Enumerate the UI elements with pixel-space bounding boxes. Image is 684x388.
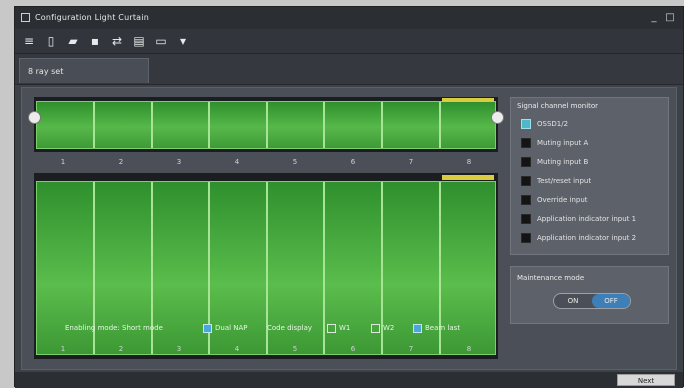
beam-number: 3 bbox=[176, 158, 182, 166]
window-title: Configuration Light Curtain bbox=[35, 13, 149, 22]
save-icon[interactable]: ▪ bbox=[87, 33, 103, 49]
beam-number: 2 bbox=[118, 345, 124, 353]
signal-indicator bbox=[521, 214, 531, 224]
beam-last-label: Beam last bbox=[425, 324, 461, 332]
beam-number: 5 bbox=[292, 345, 298, 353]
signal-label: Override input bbox=[537, 196, 588, 204]
beam-number: 4 bbox=[234, 158, 240, 166]
signal-label: OSSD1/2 bbox=[537, 120, 569, 128]
menu-icon[interactable]: ≡ bbox=[21, 33, 37, 49]
open-folder-icon[interactable]: ▰ bbox=[65, 33, 81, 49]
w2-checkbox[interactable] bbox=[371, 324, 380, 333]
beam-number: 8 bbox=[466, 345, 472, 353]
dual-nap-label: Dual NAP bbox=[215, 324, 248, 332]
signal-item: Test/reset input bbox=[521, 175, 666, 188]
tab-label: 8 ray set bbox=[28, 67, 64, 76]
beam-last-checkbox[interactable] bbox=[413, 324, 422, 333]
code-display-label: Code display bbox=[267, 324, 313, 332]
beam-divider bbox=[439, 102, 441, 148]
signal-item: OSSD1/2 bbox=[521, 118, 666, 131]
signal-monitor-panel: Signal channel monitor OSSD1/2 Muting in… bbox=[510, 97, 669, 255]
mode-label: Enabling mode: Short mode bbox=[65, 324, 163, 332]
maximize-button[interactable]: □ bbox=[663, 11, 677, 25]
signal-item: Application indicator input 2 bbox=[521, 232, 666, 245]
signal-indicator bbox=[521, 176, 531, 186]
beam-number: 7 bbox=[408, 345, 414, 353]
signal-label: Muting input A bbox=[537, 139, 589, 147]
signal-indicator bbox=[521, 195, 531, 205]
beam-number: 6 bbox=[350, 158, 356, 166]
beam-number: 7 bbox=[408, 158, 414, 166]
new-file-icon[interactable]: ▯ bbox=[43, 33, 59, 49]
overview-beam-numbers: 1 2 3 4 5 6 7 8 bbox=[34, 158, 498, 170]
signal-monitor-title: Signal channel monitor bbox=[517, 102, 599, 110]
beam-divider bbox=[381, 102, 383, 148]
selected-beam-marker bbox=[442, 98, 494, 102]
overview-beam-chart bbox=[34, 97, 498, 152]
beam-number: 4 bbox=[234, 345, 240, 353]
signal-indicator bbox=[521, 233, 531, 243]
beam-divider bbox=[151, 102, 153, 148]
download-icon[interactable]: ▾ bbox=[175, 33, 191, 49]
signal-label: Muting input B bbox=[537, 158, 589, 166]
beam-number: 5 bbox=[292, 158, 298, 166]
status-bar: Next bbox=[15, 372, 683, 388]
w1-label: W1 bbox=[339, 324, 351, 332]
dual-nap-checkbox[interactable] bbox=[203, 324, 212, 333]
signal-item: Muting input B bbox=[521, 156, 666, 169]
maintenance-title: Maintenance mode bbox=[517, 274, 585, 282]
maintenance-on-option[interactable]: ON bbox=[554, 294, 592, 308]
signal-item: Override input bbox=[521, 194, 666, 207]
left-range-handle[interactable] bbox=[28, 111, 41, 124]
beam-divider bbox=[323, 102, 325, 148]
maintenance-off-option[interactable]: OFF bbox=[592, 294, 630, 308]
toolbar: ≡ ▯ ▰ ▪ ⇄ ▤ ▭ ▾ bbox=[15, 29, 683, 54]
beam-divider bbox=[266, 102, 268, 148]
beam-divider bbox=[208, 102, 210, 148]
maintenance-toggle[interactable]: ON OFF bbox=[553, 293, 631, 309]
w2-label: W2 bbox=[383, 324, 395, 332]
title-bar: Configuration Light Curtain _ □ bbox=[15, 7, 683, 29]
main-panel: 1 2 3 4 5 6 7 8 Enabling mode: Short mod… bbox=[21, 87, 677, 370]
signal-item: Application indicator input 1 bbox=[521, 213, 666, 226]
beam-number: 6 bbox=[350, 345, 356, 353]
w1-checkbox[interactable] bbox=[327, 324, 336, 333]
signal-label: Test/reset input bbox=[537, 177, 592, 185]
tab-strip: 8 ray set bbox=[15, 54, 683, 85]
beam-number: 8 bbox=[466, 158, 472, 166]
signal-indicator bbox=[521, 157, 531, 167]
right-range-handle[interactable] bbox=[491, 111, 504, 124]
monitor-icon[interactable]: ▭ bbox=[153, 33, 169, 49]
app-window: Configuration Light Curtain _ □ ≡ ▯ ▰ ▪ … bbox=[14, 6, 684, 388]
beam-divider bbox=[93, 102, 95, 148]
device-icon[interactable]: ▤ bbox=[131, 33, 147, 49]
display-options-row: Enabling mode: Short mode Dual NAP Code … bbox=[45, 322, 490, 336]
detail-beam-chart: Enabling mode: Short mode Dual NAP Code … bbox=[34, 173, 498, 359]
overview-beams bbox=[36, 101, 496, 149]
signal-label: Application indicator input 1 bbox=[537, 215, 637, 223]
signal-label: Application indicator input 2 bbox=[537, 234, 637, 242]
detail-beams: Enabling mode: Short mode Dual NAP Code … bbox=[36, 181, 496, 355]
beam-number: 1 bbox=[60, 345, 66, 353]
beam-number: 2 bbox=[118, 158, 124, 166]
next-button[interactable]: Next bbox=[617, 374, 675, 386]
app-icon bbox=[21, 13, 30, 22]
signal-item: Muting input A bbox=[521, 137, 666, 150]
minimize-button[interactable]: _ bbox=[647, 11, 661, 25]
network-icon[interactable]: ⇄ bbox=[109, 33, 125, 49]
maintenance-panel: Maintenance mode ON OFF bbox=[510, 266, 669, 324]
selected-beam-marker bbox=[442, 175, 494, 180]
beam-number: 1 bbox=[60, 158, 66, 166]
beam-number: 3 bbox=[176, 345, 182, 353]
signal-indicator bbox=[521, 138, 531, 148]
signal-indicator bbox=[521, 119, 531, 129]
tab-ray-set[interactable]: 8 ray set bbox=[19, 58, 149, 83]
detail-beam-numbers: 1 2 3 4 5 6 7 8 bbox=[34, 345, 498, 357]
